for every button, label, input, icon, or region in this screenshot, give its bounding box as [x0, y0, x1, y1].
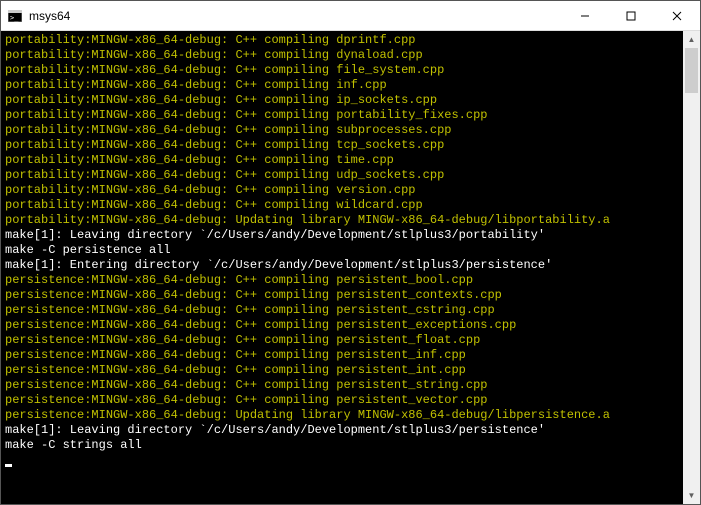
terminal-line: portability:MINGW-x86_64-debug: C++ comp… [5, 168, 679, 183]
terminal-line: portability:MINGW-x86_64-debug: C++ comp… [5, 183, 679, 198]
terminal-line: make -C strings all [5, 438, 679, 453]
minimize-button[interactable] [562, 1, 608, 30]
terminal-line: persistence:MINGW-x86_64-debug: C++ comp… [5, 363, 679, 378]
window-controls [562, 1, 700, 30]
svg-text:>_: >_ [10, 14, 19, 22]
terminal-line: portability:MINGW-x86_64-debug: C++ comp… [5, 93, 679, 108]
window-title: msys64 [29, 9, 562, 23]
terminal-line: make -C persistence all [5, 243, 679, 258]
terminal-line: persistence:MINGW-x86_64-debug: C++ comp… [5, 288, 679, 303]
terminal-line: make[1]: Entering directory `/c/Users/an… [5, 258, 679, 273]
close-button[interactable] [654, 1, 700, 30]
terminal-line: persistence:MINGW-x86_64-debug: C++ comp… [5, 318, 679, 333]
terminal-line: persistence:MINGW-x86_64-debug: Updating… [5, 408, 679, 423]
scroll-up-arrow-icon[interactable]: ▲ [683, 31, 700, 48]
scroll-thumb[interactable] [685, 48, 698, 93]
terminal-line: portability:MINGW-x86_64-debug: C++ comp… [5, 78, 679, 93]
terminal[interactable]: portability:MINGW-x86_64-debug: C++ comp… [1, 31, 700, 504]
app-icon: >_ [7, 8, 23, 24]
terminal-line: portability:MINGW-x86_64-debug: C++ comp… [5, 138, 679, 153]
terminal-line: portability:MINGW-x86_64-debug: C++ comp… [5, 33, 679, 48]
terminal-line: portability:MINGW-x86_64-debug: C++ comp… [5, 153, 679, 168]
terminal-line: portability:MINGW-x86_64-debug: C++ comp… [5, 48, 679, 63]
vertical-scrollbar[interactable]: ▲ ▼ [683, 31, 700, 504]
maximize-button[interactable] [608, 1, 654, 30]
terminal-cursor-line [5, 453, 679, 468]
terminal-line: portability:MINGW-x86_64-debug: C++ comp… [5, 198, 679, 213]
scroll-down-arrow-icon[interactable]: ▼ [683, 487, 700, 504]
terminal-line: make[1]: Leaving directory `/c/Users/and… [5, 423, 679, 438]
terminal-line: persistence:MINGW-x86_64-debug: C++ comp… [5, 378, 679, 393]
titlebar[interactable]: >_ msys64 [1, 1, 700, 31]
terminal-line: persistence:MINGW-x86_64-debug: C++ comp… [5, 303, 679, 318]
terminal-line: make[1]: Leaving directory `/c/Users/and… [5, 228, 679, 243]
terminal-line: persistence:MINGW-x86_64-debug: C++ comp… [5, 348, 679, 363]
cursor-icon [5, 464, 12, 467]
terminal-line: persistence:MINGW-x86_64-debug: C++ comp… [5, 393, 679, 408]
terminal-line: portability:MINGW-x86_64-debug: C++ comp… [5, 123, 679, 138]
window: >_ msys64 portability:MINGW-x86_64-debug… [0, 0, 701, 505]
terminal-line: portability:MINGW-x86_64-debug: C++ comp… [5, 108, 679, 123]
terminal-line: persistence:MINGW-x86_64-debug: C++ comp… [5, 273, 679, 288]
terminal-line: persistence:MINGW-x86_64-debug: C++ comp… [5, 333, 679, 348]
terminal-output: portability:MINGW-x86_64-debug: C++ comp… [1, 31, 683, 504]
terminal-line: portability:MINGW-x86_64-debug: C++ comp… [5, 63, 679, 78]
terminal-line: portability:MINGW-x86_64-debug: Updating… [5, 213, 679, 228]
